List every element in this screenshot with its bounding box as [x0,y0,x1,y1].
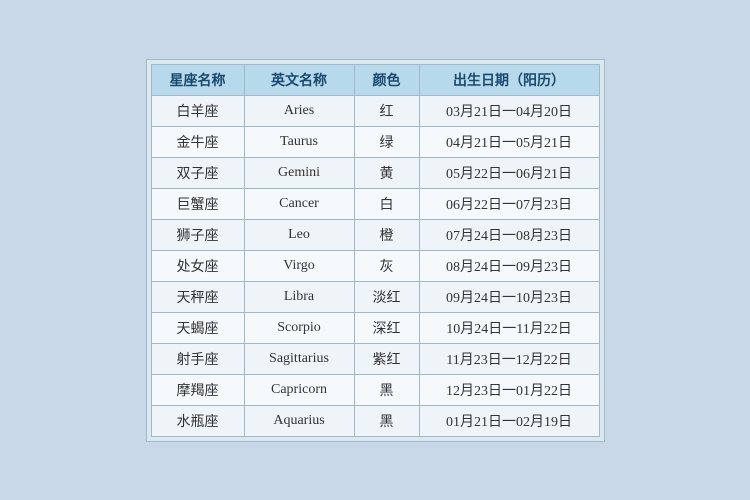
cell-en: Leo [244,219,354,250]
header-en: 英文名称 [244,64,354,95]
cell-date: 11月23日一12月22日 [419,343,599,374]
cell-date: 10月24日一11月22日 [419,312,599,343]
table-row: 狮子座Leo橙07月24日一08月23日 [151,219,599,250]
cell-color: 黄 [354,157,419,188]
cell-color: 白 [354,188,419,219]
cell-cn: 狮子座 [151,219,244,250]
table-header-row: 星座名称 英文名称 颜色 出生日期（阳历） [151,64,599,95]
cell-color: 深红 [354,312,419,343]
cell-color: 黑 [354,405,419,436]
table-row: 摩羯座Capricorn黑12月23日一01月22日 [151,374,599,405]
cell-en: Scorpio [244,312,354,343]
cell-color: 红 [354,95,419,126]
cell-color: 淡红 [354,281,419,312]
table-row: 射手座Sagittarius紫红11月23日一12月22日 [151,343,599,374]
table-row: 巨蟹座Cancer白06月22日一07月23日 [151,188,599,219]
table-row: 天蝎座Scorpio深红10月24日一11月22日 [151,312,599,343]
table-row: 水瓶座Aquarius黑01月21日一02月19日 [151,405,599,436]
table-row: 处女座Virgo灰08月24日一09月23日 [151,250,599,281]
cell-en: Aries [244,95,354,126]
zodiac-table-container: 星座名称 英文名称 颜色 出生日期（阳历） 白羊座Aries红03月21日一04… [146,59,605,442]
cell-cn: 巨蟹座 [151,188,244,219]
cell-color: 紫红 [354,343,419,374]
table-row: 金牛座Taurus绿04月21日一05月21日 [151,126,599,157]
cell-en: Aquarius [244,405,354,436]
cell-en: Virgo [244,250,354,281]
zodiac-table: 星座名称 英文名称 颜色 出生日期（阳历） 白羊座Aries红03月21日一04… [151,64,600,437]
cell-cn: 摩羯座 [151,374,244,405]
cell-cn: 天蝎座 [151,312,244,343]
cell-cn: 金牛座 [151,126,244,157]
table-row: 天秤座Libra淡红09月24日一10月23日 [151,281,599,312]
cell-color: 黑 [354,374,419,405]
cell-cn: 白羊座 [151,95,244,126]
cell-en: Sagittarius [244,343,354,374]
cell-date: 01月21日一02月19日 [419,405,599,436]
cell-cn: 双子座 [151,157,244,188]
header-cn: 星座名称 [151,64,244,95]
cell-en: Cancer [244,188,354,219]
cell-en: Gemini [244,157,354,188]
cell-cn: 天秤座 [151,281,244,312]
table-row: 白羊座Aries红03月21日一04月20日 [151,95,599,126]
cell-cn: 处女座 [151,250,244,281]
cell-en: Taurus [244,126,354,157]
cell-date: 07月24日一08月23日 [419,219,599,250]
cell-en: Capricorn [244,374,354,405]
cell-date: 04月21日一05月21日 [419,126,599,157]
cell-date: 05月22日一06月21日 [419,157,599,188]
table-row: 双子座Gemini黄05月22日一06月21日 [151,157,599,188]
cell-cn: 水瓶座 [151,405,244,436]
cell-date: 12月23日一01月22日 [419,374,599,405]
cell-date: 09月24日一10月23日 [419,281,599,312]
cell-date: 03月21日一04月20日 [419,95,599,126]
cell-color: 灰 [354,250,419,281]
header-color: 颜色 [354,64,419,95]
cell-color: 橙 [354,219,419,250]
cell-date: 08月24日一09月23日 [419,250,599,281]
cell-cn: 射手座 [151,343,244,374]
header-date: 出生日期（阳历） [419,64,599,95]
cell-color: 绿 [354,126,419,157]
cell-date: 06月22日一07月23日 [419,188,599,219]
cell-en: Libra [244,281,354,312]
